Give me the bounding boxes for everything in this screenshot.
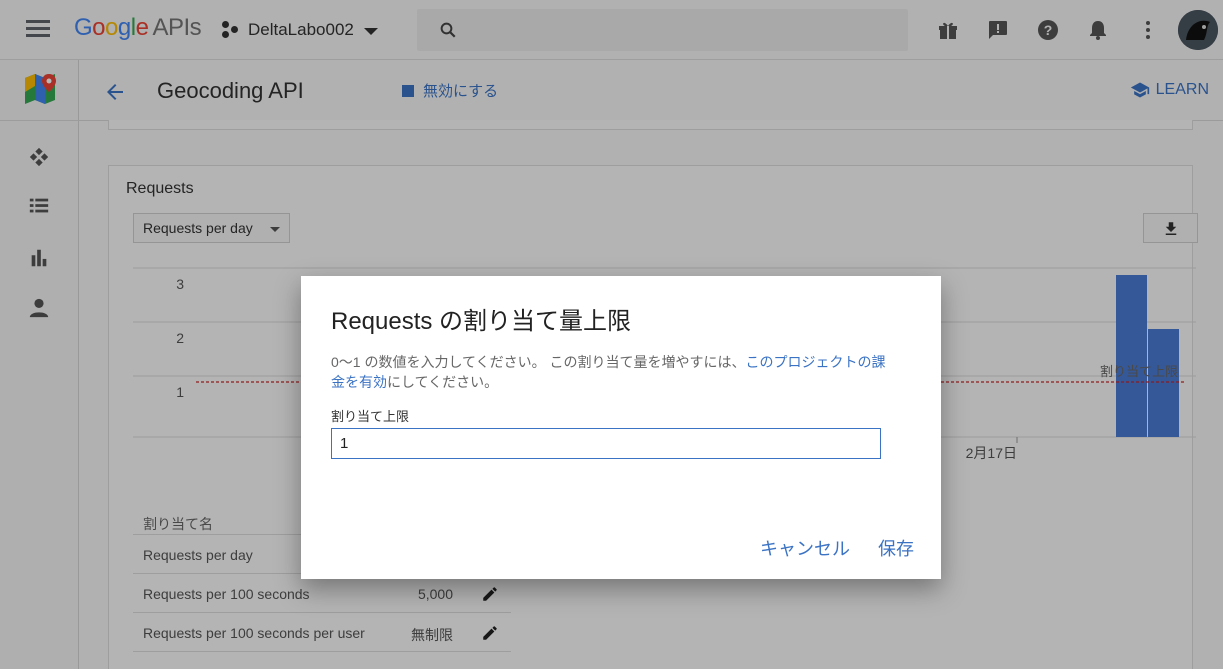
dialog-description: 0〜1 の数値を入力してください。 この割り当て量を増やすには、このプロジェクト… bbox=[331, 352, 891, 392]
quota-limit-label: 割り当て上限 bbox=[331, 409, 410, 424]
dialog-title: Requests の割り当て量上限 bbox=[331, 308, 632, 335]
save-button[interactable]: 保存 bbox=[878, 535, 914, 561]
quota-limit-input[interactable] bbox=[331, 428, 881, 459]
dialog-description-text-end: にしてください。 bbox=[387, 374, 499, 390]
cancel-button[interactable]: キャンセル bbox=[760, 535, 850, 561]
quota-limit-dialog: Requests の割り当て量上限 0〜1 の数値を入力してください。 この割り… bbox=[301, 276, 941, 579]
dialog-description-text: 0〜1 の数値を入力してください。 この割り当て量を増やすには、 bbox=[331, 354, 746, 370]
